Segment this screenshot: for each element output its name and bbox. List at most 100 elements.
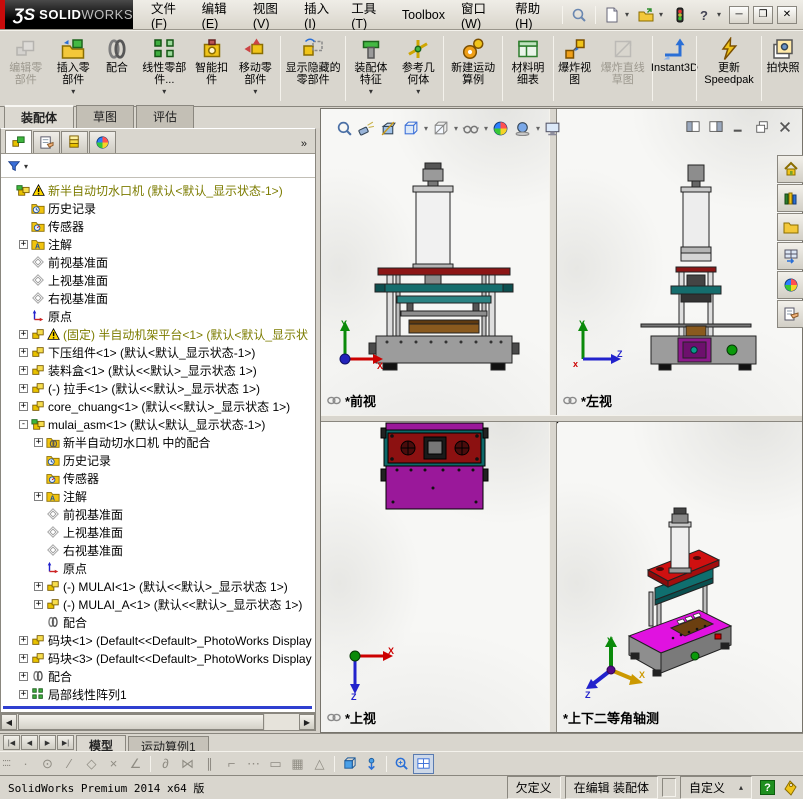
bill-of-materials-button[interactable]: 材料明细表 <box>504 32 551 105</box>
display-style-button[interactable] <box>431 119 450 138</box>
task-pane-solidworks-resources[interactable] <box>777 155 803 183</box>
line-button[interactable]: ∕ <box>59 754 80 774</box>
tree-item[interactable]: 传感器 <box>1 469 315 487</box>
tile-left-button[interactable] <box>684 119 701 134</box>
zoom-tool-button[interactable] <box>391 754 412 774</box>
close-button[interactable]: ✕ <box>777 5 797 24</box>
doc-restore-button[interactable] <box>753 119 770 134</box>
tree-item[interactable]: 传感器 <box>1 217 315 235</box>
fm-tab-feature-tree[interactable] <box>5 130 32 153</box>
expand-icon[interactable]: + <box>34 599 43 609</box>
angle-button[interactable]: △ <box>309 754 330 774</box>
task-pane-design-library[interactable] <box>777 184 803 212</box>
tab-evaluate[interactable]: 评估 <box>136 105 195 128</box>
offset-entities-button[interactable]: ∥ <box>199 754 220 774</box>
expand-icon[interactable]: + <box>19 635 28 645</box>
rollback-bar[interactable] <box>3 706 312 709</box>
expand-icon[interactable]: + <box>34 491 43 501</box>
fm-tab-property-manager[interactable] <box>33 131 60 153</box>
restore-button[interactable]: ❐ <box>753 5 773 24</box>
expand-icon[interactable]: + <box>34 437 43 447</box>
tree-item[interactable]: + A 注解 <box>1 487 315 505</box>
take-snapshot-button[interactable]: 拍快照 <box>763 32 803 105</box>
viewport-left[interactable]: Y Z x *左视 <box>557 109 802 415</box>
scroll-left-button[interactable]: ◀ <box>1 714 17 730</box>
collapse-icon[interactable]: - <box>19 419 28 429</box>
tree-item[interactable]: 上视基准面 <box>1 523 315 541</box>
viewport-isometric[interactable]: Y X Z *上下二等角轴测 <box>557 422 802 732</box>
tree-item[interactable]: + (-) MULAI<1> (默认<<默认>_显示状态 1>) <box>1 577 315 595</box>
exploded-view-button[interactable]: 爆炸视图 <box>555 32 595 105</box>
tree-item[interactable]: + 码块<3> (Default<<Default>_PhotoWorks Dis… <box>1 649 315 667</box>
move-component-button[interactable]: 移动零部件 ▾ <box>232 32 279 105</box>
tree-item[interactable]: - mulai_asm<1> (默认<默认_显示状态-1>) <box>1 415 315 433</box>
smart-fasteners-button[interactable]: 智能扣件 <box>192 32 232 105</box>
tree-item[interactable]: 历史记录 <box>1 199 315 217</box>
study-nav-last[interactable]: ▶| <box>57 735 74 750</box>
section-view-button[interactable] <box>379 119 398 138</box>
tree-item[interactable]: + 码块<1> (Default<<Default>_PhotoWorks Dis… <box>1 631 315 649</box>
trim-button[interactable]: × <box>103 754 124 774</box>
circle-button[interactable]: ⊙ <box>37 754 58 774</box>
doc-close-button[interactable] <box>776 119 793 134</box>
zoom-to-fit-button[interactable] <box>335 119 354 138</box>
tree-item[interactable]: 原点 <box>1 307 315 325</box>
tangent-arc-button[interactable]: ∂ <box>155 754 176 774</box>
tree-item[interactable]: + (-) MULAI_A<1> (默认<<默认>_显示状态 1>) <box>1 595 315 613</box>
zoom-to-area-button[interactable] <box>357 119 376 138</box>
tree-item[interactable]: + 新半自动切水口机 中的配合 <box>1 433 315 451</box>
tree-item[interactable]: + (固定) 半自动机架平台<1> (默认<默认_显示状 <box>1 325 315 343</box>
apply-scene-button[interactable] <box>513 119 532 138</box>
fm-tab-display-manager[interactable] <box>89 131 116 153</box>
study-nav-prev[interactable]: ◀ <box>21 735 38 750</box>
study-nav-next[interactable]: ▶ <box>39 735 56 750</box>
filter-dropdown-arrow[interactable]: ▾ <box>24 162 28 171</box>
tree-item[interactable]: 前视基准面 <box>1 505 315 523</box>
sketch-fillet-button[interactable]: ∠ <box>125 754 146 774</box>
tree-item[interactable]: + A 注解 <box>1 235 315 253</box>
open-document-button[interactable] <box>635 4 657 26</box>
task-pane-file-explorer[interactable] <box>777 213 803 241</box>
tree-item[interactable]: 原点 <box>1 559 315 577</box>
reference-geometry-button[interactable]: 参考几何体 ▾ <box>395 32 442 105</box>
tab-sketch[interactable]: 草图 <box>76 105 135 128</box>
expand-icon[interactable]: + <box>34 581 43 591</box>
tree-item[interactable]: + 局部线性阵列1 <box>1 685 315 703</box>
toolbar-grip[interactable]: :::: <box>2 758 11 769</box>
tile-right-button[interactable] <box>707 119 724 134</box>
fm-tab-configuration-manager[interactable] <box>61 131 88 153</box>
toolbox-status-button[interactable] <box>669 4 691 26</box>
slot-button[interactable]: ▭ <box>265 754 286 774</box>
insert-component-button[interactable]: 插入零部件 ▾ <box>49 32 96 105</box>
scroll-thumb[interactable] <box>18 714 264 730</box>
fm-overflow-chevron[interactable]: » <box>301 138 311 153</box>
viewport-top[interactable]: X Z *上视 <box>321 422 549 732</box>
hide-show-items-button[interactable] <box>461 119 480 138</box>
expand-icon[interactable]: + <box>19 383 28 393</box>
expand-icon[interactable]: + <box>19 329 28 339</box>
viewport-horizontal-splitter[interactable] <box>321 415 802 422</box>
corner-rectangle-button[interactable]: ⌐ <box>221 754 242 774</box>
help-button[interactable]: ? <box>693 4 715 26</box>
mate-button[interactable]: 配合 <box>97 32 137 105</box>
scroll-track[interactable] <box>265 714 299 730</box>
assembly-features-button[interactable]: 装配体特征 ▾ <box>347 32 394 105</box>
tag-icon[interactable] <box>783 779 797 796</box>
minimize-button[interactable]: ─ <box>729 5 749 24</box>
construction-line-button[interactable]: ⋯ <box>243 754 264 774</box>
expand-icon[interactable]: + <box>19 401 28 411</box>
tree-item[interactable]: + 配合 <box>1 667 315 685</box>
instant3d-cube-button[interactable] <box>339 754 360 774</box>
instant3d-button[interactable]: Instant3D <box>651 32 698 105</box>
new-motion-study-button[interactable]: 新建运动算例 <box>445 32 501 105</box>
expand-icon[interactable]: + <box>19 653 28 663</box>
mirror-entities-button[interactable]: ⋈ <box>177 754 198 774</box>
tree-item[interactable]: + core_chuang<1> (默认<<默认>_显示状态 1>) <box>1 397 315 415</box>
expand-icon[interactable]: + <box>19 365 28 375</box>
viewport-front[interactable]: Y X *前视 <box>321 109 549 415</box>
task-pane-appearances-scenes[interactable] <box>777 271 803 299</box>
scroll-right-button[interactable]: ▶ <box>299 714 315 730</box>
search-button[interactable] <box>568 4 590 26</box>
study-nav-first[interactable]: |◀ <box>3 735 20 750</box>
tree-item[interactable]: 右视基准面 <box>1 289 315 307</box>
